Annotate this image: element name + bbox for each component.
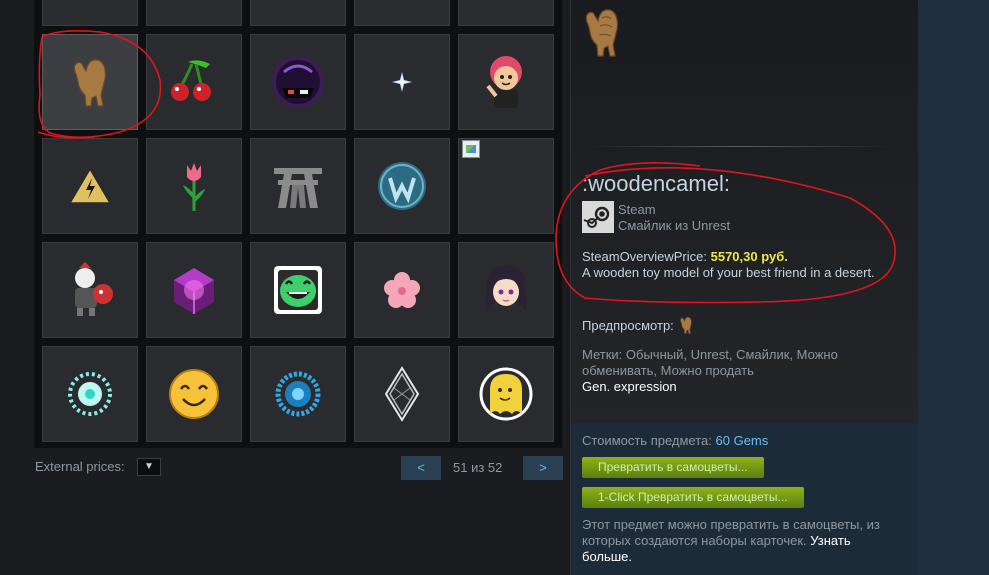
inventory-item-teal-snowflake[interactable]: [42, 346, 138, 442]
cherries-icon: [166, 54, 222, 110]
inventory-item-magenta-cube[interactable]: [146, 242, 242, 338]
inventory-item-warning-sign[interactable]: [42, 138, 138, 234]
inventory-item-top-partial-1[interactable]: [42, 0, 138, 26]
warning-sign-icon: [67, 166, 113, 206]
gems-note: Этот предмет можно превратить в самоцвет…: [582, 517, 902, 565]
item-description: A wooden toy model of your best friend i…: [582, 265, 875, 280]
crystal-diamond-icon: [384, 366, 420, 422]
watchdogs-logo-icon: [374, 158, 430, 214]
source-game: Steam: [618, 202, 656, 217]
page-indicator: 51 из 52: [453, 460, 503, 475]
price-value: 5570,30 руб.: [710, 249, 788, 264]
inventory-item-blue-snowflake[interactable]: [250, 346, 346, 442]
one-click-convert-button[interactable]: 1-Click Превратить в самоцветы...: [582, 487, 804, 508]
inventory-item-purple-helmet[interactable]: [250, 34, 346, 130]
camel-small-icon: [680, 316, 692, 334]
anime-girl-icon: [481, 262, 531, 318]
item-tags: Метки: Обычный, Unrest, Смайлик, Можно о…: [582, 347, 838, 378]
inventory-item-yellow-ghost[interactable]: [458, 346, 554, 442]
pink-flower-icon: [382, 270, 422, 310]
gems-cost: Стоимость предмета: 60 Gems: [582, 433, 768, 448]
pink-tulip-icon: [179, 159, 209, 213]
inventory-item-anime-girl[interactable]: [458, 242, 554, 338]
gen-expression: Gen. expression: [582, 379, 677, 394]
gems-cost-label: Стоимость предмета:: [582, 433, 712, 448]
inventory-item-top-partial-5[interactable]: [458, 0, 554, 26]
teal-snowflake-icon: [65, 369, 115, 419]
prev-page-button[interactable]: <: [401, 456, 441, 480]
gems-cost-value: 60 Gems: [715, 433, 769, 448]
broken-image-icon: [462, 140, 480, 158]
external-prices-label: External prices:: [35, 459, 125, 474]
gate-logo-icon: [270, 158, 326, 214]
inventory-item-red-hair-character[interactable]: [458, 34, 554, 130]
happy-face-icon: [167, 367, 221, 421]
inventory-item-gate-logo[interactable]: [250, 138, 346, 234]
inventory-item-top-partial-4[interactable]: [354, 0, 450, 26]
inventory-item-green-smiley[interactable]: [250, 242, 346, 338]
convert-to-gems-button[interactable]: Превратить в самоцветы...: [582, 457, 764, 478]
green-smiley-icon: [272, 264, 324, 316]
armored-character-icon: [65, 262, 115, 318]
inventory-item-armored-character[interactable]: [42, 242, 138, 338]
steam-overview-price: SteamOverviewPrice: 5570,30 руб.: [582, 249, 788, 264]
inventory-item-wooden-camel[interactable]: [42, 34, 138, 130]
camel-large-icon: [585, 9, 619, 57]
inventory-item-top-partial-2[interactable]: [146, 0, 242, 26]
inventory-item-cherries[interactable]: [146, 34, 242, 130]
inventory-item-crystal-diamond[interactable]: [354, 346, 450, 442]
inventory-item-watchdogs-logo[interactable]: [354, 138, 450, 234]
magenta-cube-icon: [166, 262, 222, 318]
panel-divider: [590, 146, 890, 147]
purple-helmet-icon: [270, 54, 326, 110]
page-background-edge: [918, 0, 989, 575]
item-name: :woodencamel:: [582, 171, 730, 196]
preview-row: Предпросмотр:: [582, 316, 694, 334]
next-page-button[interactable]: >: [523, 456, 563, 480]
external-prices-dropdown[interactable]: ▼: [137, 458, 161, 476]
inventory-item-top-partial-3[interactable]: [250, 0, 346, 26]
steam-logo-icon: [582, 201, 614, 233]
item-type: Смайлик из Unrest: [618, 218, 731, 233]
inventory-item-happy-face[interactable]: [146, 346, 242, 442]
price-label: SteamOverviewPrice:: [582, 249, 707, 264]
blue-snowflake-icon: [273, 369, 323, 419]
inventory-item-ice-crystal[interactable]: [354, 34, 450, 130]
inventory-item-pink-flower[interactable]: [354, 242, 450, 338]
yellow-ghost-icon: [478, 366, 534, 422]
ice-crystal-icon: [390, 70, 414, 94]
inventory-item-broken-image[interactable]: [458, 138, 554, 234]
inventory-item-pink-tulip[interactable]: [146, 138, 242, 234]
red-hair-character-icon: [478, 52, 534, 112]
preview-label: Предпросмотр:: [582, 317, 674, 333]
wooden-camel-icon: [68, 56, 112, 108]
